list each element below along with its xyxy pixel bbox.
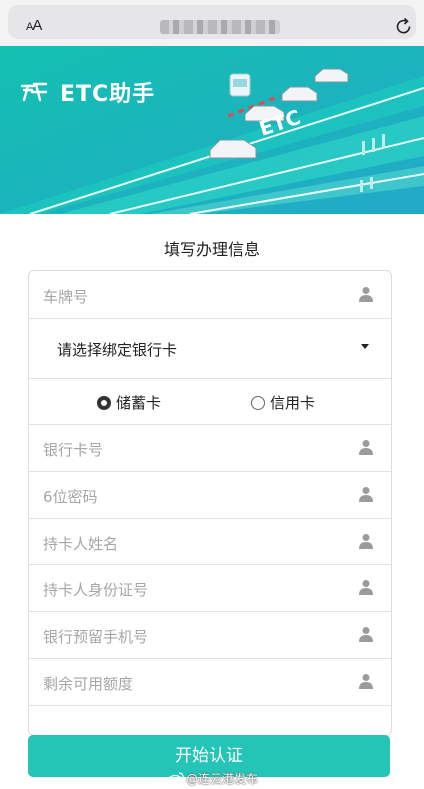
- id-number-field[interactable]: 持卡人身份证号: [29, 565, 391, 612]
- field-placeholder: 持卡人姓名: [43, 535, 119, 553]
- browser-toolbar: AA: [0, 0, 424, 46]
- available-credit-field[interactable]: 剩余可用额度: [29, 659, 391, 706]
- user-icon: [359, 627, 373, 642]
- radio-credit-label: 信用卡: [270, 394, 316, 412]
- etc-logo-icon: [20, 82, 48, 102]
- card-type-group: 储蓄卡 信用卡: [29, 379, 391, 425]
- address-bar[interactable]: AA: [8, 5, 416, 39]
- bank-card-select-label: 请选择绑定银行卡: [57, 341, 178, 359]
- radio-debit-label: 储蓄卡: [116, 394, 162, 412]
- bank-card-number-field[interactable]: 银行卡号: [29, 425, 391, 472]
- plate-number-placeholder: 车牌号: [43, 288, 89, 306]
- radio-credit-card[interactable]: 信用卡: [251, 392, 315, 413]
- reload-icon[interactable]: [394, 17, 414, 37]
- field-placeholder: 剩余可用额度: [43, 675, 134, 693]
- user-icon: [359, 534, 373, 549]
- dropdown-caret-icon: [361, 344, 369, 349]
- user-icon: [359, 674, 373, 689]
- logo-text: ETC助手: [60, 82, 156, 107]
- user-icon: [359, 440, 373, 455]
- user-icon: [359, 487, 373, 502]
- form-title: 填写办理信息: [163, 240, 260, 259]
- radio-debit-card[interactable]: 储蓄卡: [97, 392, 161, 413]
- banner-illustration: ETC: [0, 46, 424, 214]
- url-text-blurred[interactable]: [160, 20, 280, 34]
- hero-banner: ETC ETC助手: [0, 46, 424, 214]
- watermark: @连云港发布: [168, 770, 258, 787]
- watermark-text: @连云港发布: [186, 772, 259, 786]
- bank-card-select[interactable]: 请选择绑定银行卡: [29, 319, 391, 379]
- password-field[interactable]: 6位密码: [29, 472, 391, 519]
- application-form: 车牌号 请选择绑定银行卡 储蓄卡 信用卡 银行卡号 6位密码 持卡人姓名 持卡人…: [28, 270, 392, 736]
- user-icon: [359, 580, 373, 595]
- radio-selected-icon: [97, 395, 111, 410]
- user-icon: [359, 287, 373, 302]
- phone-number-field[interactable]: 银行预留手机号: [29, 612, 391, 659]
- field-placeholder: 持卡人身份证号: [43, 581, 149, 599]
- field-placeholder: 6位密码: [43, 488, 98, 506]
- cardholder-name-field[interactable]: 持卡人姓名: [29, 519, 391, 565]
- radio-unselected-icon: [251, 395, 265, 410]
- text-size-button[interactable]: AA: [26, 17, 42, 34]
- etc-logo: ETC助手: [20, 76, 155, 108]
- plate-number-field[interactable]: 车牌号: [29, 271, 391, 319]
- field-placeholder: 银行卡号: [43, 441, 104, 459]
- weibo-icon: [168, 772, 184, 785]
- field-placeholder: 银行预留手机号: [43, 628, 149, 646]
